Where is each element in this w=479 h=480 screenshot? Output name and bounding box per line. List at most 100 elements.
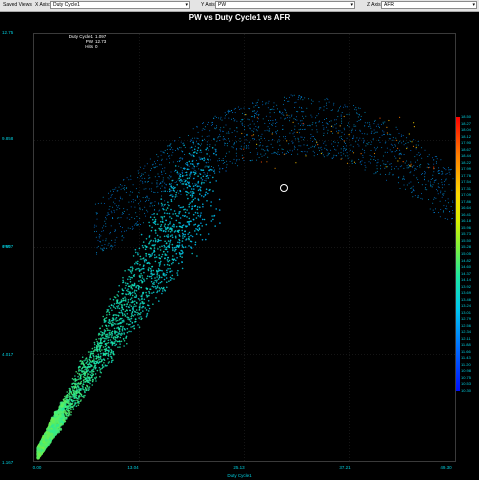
- data-point: [119, 343, 121, 345]
- data-point: [414, 161, 416, 163]
- data-point: [124, 282, 127, 284]
- cursor-marker-icon[interactable]: [280, 184, 288, 192]
- color-scale-label: 18.27: [461, 120, 472, 126]
- data-point: [51, 420, 56, 424]
- data-point: [110, 248, 112, 250]
- data-point: [310, 146, 312, 148]
- data-point: [335, 119, 337, 121]
- data-point: [235, 107, 237, 109]
- data-point: [333, 156, 334, 158]
- data-point: [384, 133, 385, 135]
- data-point: [154, 277, 156, 279]
- color-scale-label: 13.92: [461, 283, 472, 289]
- data-point: [252, 138, 254, 140]
- data-point: [340, 148, 342, 150]
- data-point: [126, 342, 128, 345]
- data-point: [181, 261, 183, 264]
- data-point: [327, 152, 329, 154]
- data-point: [180, 193, 182, 195]
- data-point: [196, 159, 197, 161]
- data-point: [143, 188, 145, 190]
- data-point: [409, 164, 411, 167]
- data-point: [109, 353, 112, 356]
- data-point: [132, 284, 135, 287]
- data-point: [131, 226, 133, 228]
- data-point: [192, 128, 194, 130]
- data-point: [315, 117, 316, 119]
- data-point: [175, 219, 178, 222]
- data-point: [228, 151, 230, 153]
- data-point: [111, 334, 113, 337]
- data-point: [158, 254, 160, 256]
- data-point: [155, 163, 156, 165]
- data-point: [102, 239, 104, 241]
- data-point: [391, 151, 393, 153]
- data-point: [261, 155, 263, 157]
- data-point: [429, 166, 431, 168]
- data-point: [115, 339, 117, 342]
- data-point: [265, 103, 267, 105]
- data-point: [392, 139, 394, 141]
- data-point: [130, 272, 133, 274]
- data-point: [156, 180, 158, 182]
- data-point: [162, 206, 164, 208]
- data-point: [226, 160, 228, 162]
- data-point: [194, 137, 196, 139]
- data-point: [138, 326, 141, 329]
- data-point: [57, 408, 62, 412]
- data-point: [427, 180, 429, 182]
- data-point: [270, 120, 272, 121]
- data-point: [352, 146, 354, 148]
- data-point: [154, 218, 157, 221]
- data-point: [432, 174, 434, 176]
- data-point: [444, 181, 446, 183]
- data-point: [150, 239, 152, 242]
- data-point: [97, 245, 99, 247]
- data-point: [132, 227, 134, 229]
- data-point: [209, 174, 211, 176]
- data-point: [172, 195, 174, 197]
- data-point: [324, 141, 326, 143]
- data-point: [214, 115, 216, 117]
- data-point: [323, 156, 325, 158]
- data-point: [65, 400, 68, 403]
- data-point: [243, 136, 245, 138]
- data-point: [88, 386, 91, 388]
- data-point: [300, 145, 302, 147]
- data-point: [88, 359, 91, 362]
- data-point: [105, 324, 108, 327]
- data-point: [192, 183, 194, 185]
- data-point: [434, 156, 436, 157]
- data-point: [213, 118, 215, 119]
- data-point: [87, 377, 90, 379]
- data-point: [369, 154, 371, 156]
- data-point: [168, 264, 171, 267]
- data-point: [240, 145, 242, 147]
- data-point: [44, 443, 48, 447]
- data-point: [181, 250, 184, 252]
- data-point: [195, 217, 198, 219]
- data-point: [93, 346, 96, 349]
- data-point: [385, 163, 387, 165]
- data-point: [272, 139, 274, 141]
- data-point: [228, 132, 230, 134]
- data-point: [135, 309, 138, 311]
- data-point: [283, 114, 285, 116]
- data-point: [175, 191, 178, 194]
- data-point: [262, 149, 264, 151]
- data-point: [167, 240, 170, 242]
- data-point: [191, 196, 193, 198]
- data-point: [77, 382, 79, 385]
- data-point: [188, 160, 191, 163]
- data-point: [165, 203, 166, 205]
- data-point: [197, 138, 199, 140]
- data-point: [335, 123, 337, 125]
- readout-label: Hits: [85, 44, 93, 49]
- color-scale-label: 18.44: [461, 153, 472, 159]
- data-point: [137, 203, 139, 205]
- data-point: [144, 248, 147, 251]
- data-point: [437, 190, 439, 192]
- data-point: [233, 118, 234, 119]
- data-point: [394, 145, 396, 147]
- data-point: [209, 130, 211, 132]
